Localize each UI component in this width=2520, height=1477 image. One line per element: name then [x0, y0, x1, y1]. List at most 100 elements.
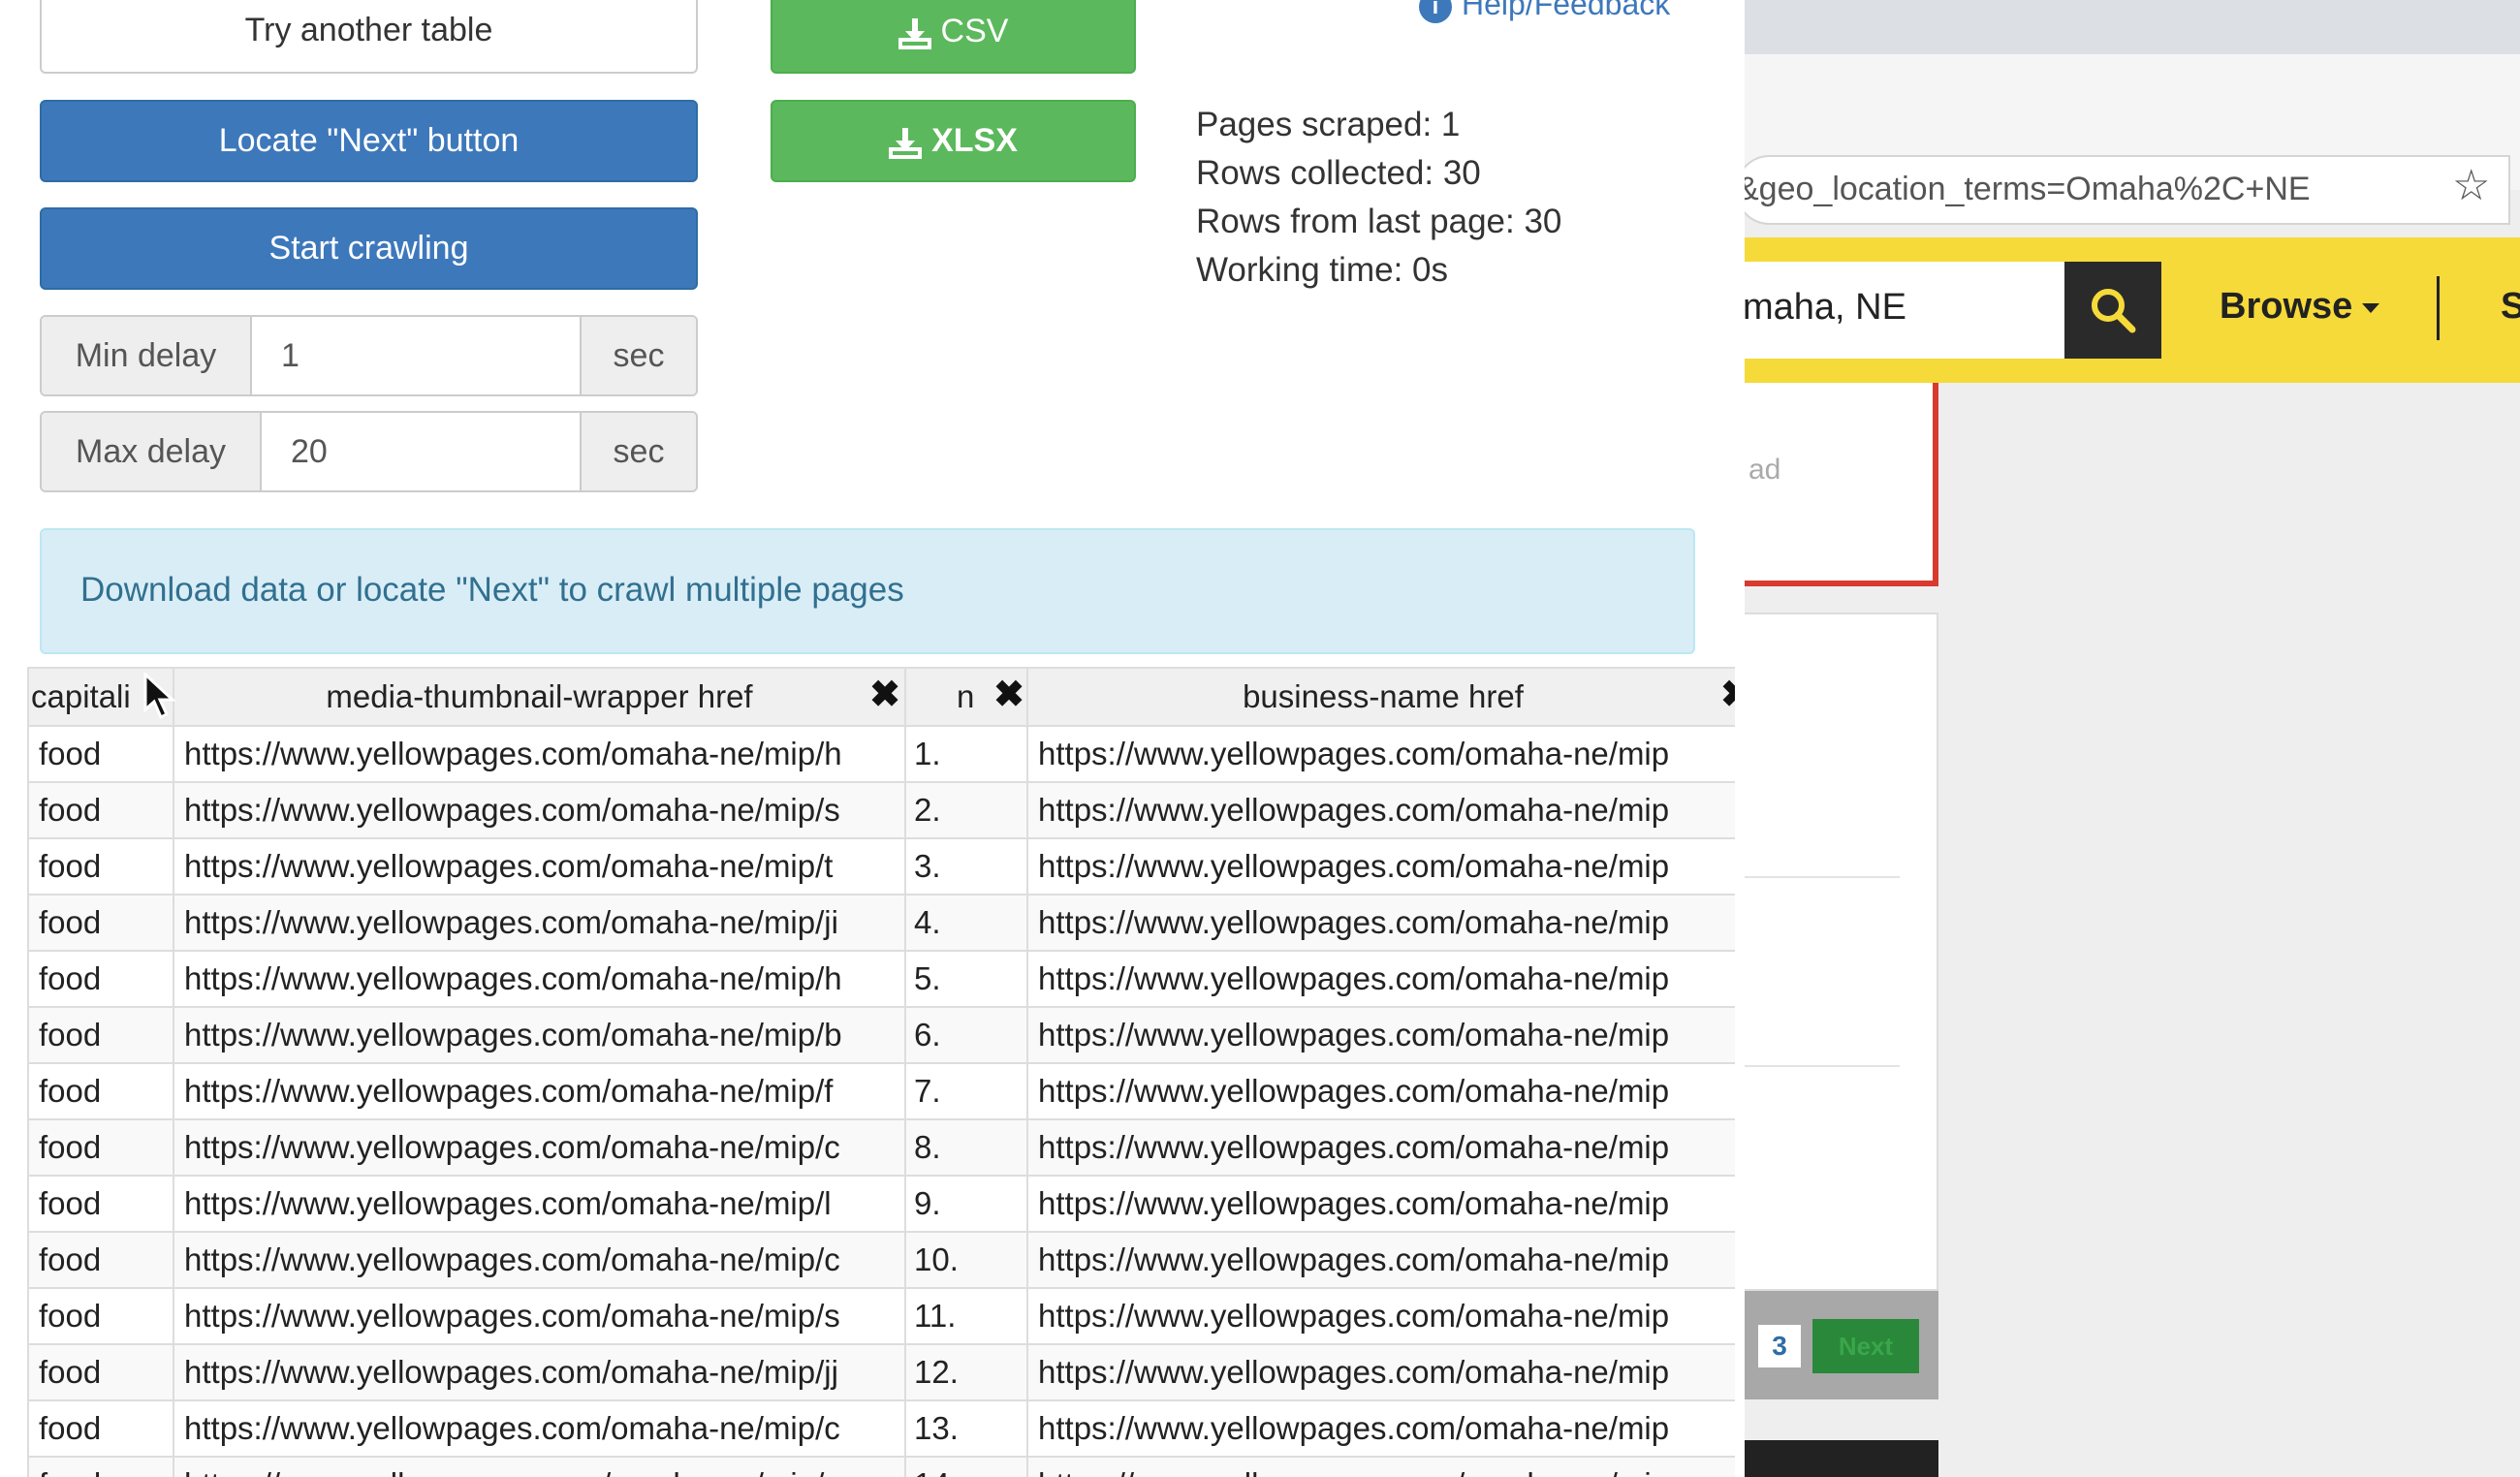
table-cell: https://www.yellowpages.com/omaha-ne/mip: [1026, 725, 1735, 783]
table-cell: food: [27, 1231, 174, 1289]
scraper-panel: Try another table CSV i Help/Feedback Loc…: [0, 0, 1745, 1477]
help-label: Help/Feedback: [1462, 0, 1671, 21]
table-cell: food: [27, 781, 174, 839]
table-cell: 12.: [904, 1343, 1028, 1401]
browser-tab-strip: [1735, 0, 2520, 54]
try-another-table-button[interactable]: Try another table: [40, 0, 698, 74]
table-cell: 6.: [904, 1006, 1028, 1064]
table-header-row: capitali media-thumbnail-wrapper href ✖ …: [27, 667, 1735, 727]
location-search-value: maha, NE: [1743, 287, 1906, 328]
table-cell: https://www.yellowpages.com/omaha-ne/mip…: [173, 837, 906, 896]
card-divider: [1735, 1065, 1900, 1067]
table-cell: https://www.yellowpages.com/omaha-ne/mip: [1026, 1399, 1735, 1458]
crawl-stats: Pages scraped: 1 Rows collected: 30 Rows…: [1196, 101, 1561, 295]
table-cell: food: [27, 837, 174, 896]
table-row: foodhttps://www.yellowpages.com/omaha-ne…: [27, 950, 1735, 1008]
help-feedback-link[interactable]: i Help/Feedback: [1419, 0, 1670, 23]
nav-divider: [2437, 276, 2440, 340]
table-cell: https://www.yellowpages.com/omaha-ne/mip…: [173, 1006, 906, 1064]
info-alert: Download data or locate "Next" to crawl …: [40, 528, 1695, 654]
remove-column-icon[interactable]: ✖: [993, 676, 1024, 713]
page-3-link[interactable]: 3: [1758, 1325, 1801, 1367]
table-cell: food: [27, 1062, 174, 1120]
info-alert-text: Download data or locate "Next" to crawl …: [80, 571, 904, 609]
table-cell: https://www.yellowpages.com/omaha-ne/mip: [1026, 837, 1735, 896]
table-cell: food: [27, 894, 174, 952]
max-delay-group: Max delay 20 sec: [40, 411, 698, 492]
working-time: Working time: 0s: [1196, 251, 1448, 289]
table-cell: 2.: [904, 781, 1028, 839]
data-table-wrapper[interactable]: capitali media-thumbnail-wrapper href ✖ …: [27, 667, 1735, 1477]
table-cell: https://www.yellowpages.com/omaha-ne/mip…: [173, 1343, 906, 1401]
table-row: foodhttps://www.yellowpages.com/omaha-ne…: [27, 1175, 1735, 1233]
table-row: foodhttps://www.yellowpages.com/omaha-ne…: [27, 1062, 1735, 1120]
table-cell: food: [27, 1175, 174, 1233]
pages-scraped: Pages scraped: 1: [1196, 106, 1461, 143]
table-cell: https://www.yellowpages.com/omaha-ne/mip…: [173, 894, 906, 952]
download-xlsx-button[interactable]: XLSX: [771, 100, 1136, 182]
table-cell: https://www.yellowpages.com/omaha-ne/mip…: [173, 1231, 906, 1289]
table-cell: 5.: [904, 950, 1028, 1008]
remove-column-icon[interactable]: ✖: [1720, 676, 1735, 713]
table-cell: 10.: [904, 1231, 1028, 1289]
table-cell: 14.: [904, 1456, 1028, 1477]
search-button[interactable]: [2064, 262, 2161, 359]
nav-item-cut[interactable]: S: [2501, 286, 2520, 328]
table-cell: food: [27, 1456, 174, 1477]
download-icon: [889, 128, 923, 160]
ad-text: ad: [1748, 454, 1781, 486]
table-cell: https://www.yellowpages.com/omaha-ne/mip: [1026, 894, 1735, 952]
table-cell: 11.: [904, 1287, 1028, 1345]
table-cell: food: [27, 1343, 174, 1401]
table-row: foodhttps://www.yellowpages.com/omaha-ne…: [27, 1231, 1735, 1289]
table-cell: https://www.yellowpages.com/omaha-ne/mip: [1026, 1175, 1735, 1233]
table-cell: 9.: [904, 1175, 1028, 1233]
remove-column-icon[interactable]: ✖: [869, 676, 900, 713]
table-cell: https://www.yellowpages.com/omaha-ne/mip: [1026, 1118, 1735, 1177]
bookmark-star-icon[interactable]: ☆: [2452, 165, 2490, 207]
table-row: foodhttps://www.yellowpages.com/omaha-ne…: [27, 837, 1735, 896]
table-cell: 1.: [904, 725, 1028, 783]
browse-menu[interactable]: Browse: [2220, 286, 2380, 328]
download-csv-button[interactable]: CSV: [771, 0, 1136, 74]
rows-from-last-page: Rows from last page: 30: [1196, 203, 1562, 240]
search-icon: [2092, 289, 2136, 333]
table-row: foodhttps://www.yellowpages.com/omaha-ne…: [27, 1118, 1735, 1177]
locate-next-button[interactable]: Locate "Next" button: [40, 100, 698, 182]
min-delay-group: Min delay 1 sec: [40, 315, 698, 396]
table-cell: https://www.yellowpages.com/omaha-ne/mip: [1026, 1287, 1735, 1345]
table-cell: 3.: [904, 837, 1028, 896]
table-cell: https://www.yellowpages.com/omaha-ne/mip: [1026, 781, 1735, 839]
table-cell: food: [27, 1287, 174, 1345]
background-browser-page: &geo_location_terms=Omaha%2C+NE ☆ maha, …: [1735, 0, 2520, 1477]
table-row: foodhttps://www.yellowpages.com/omaha-ne…: [27, 894, 1735, 952]
column-header-n[interactable]: n ✖: [904, 667, 1028, 727]
table-cell: https://www.yellowpages.com/omaha-ne/mip…: [173, 781, 906, 839]
max-delay-label: Max delay: [42, 413, 262, 490]
browse-label: Browse: [2220, 286, 2353, 327]
table-cell: 13.: [904, 1399, 1028, 1458]
table-cell: https://www.yellowpages.com/omaha-ne/mip…: [173, 1118, 906, 1177]
max-delay-input[interactable]: 20: [262, 413, 580, 490]
table-cell: food: [27, 1006, 174, 1064]
table-row: food https://www.yellowpages.com/omaha-ne…: [27, 1456, 1735, 1477]
min-delay-input[interactable]: 1: [252, 317, 580, 394]
table-cell: food: [27, 725, 174, 783]
start-crawling-button[interactable]: Start crawling: [40, 207, 698, 290]
table-cell: https://www.yellowpages.com/omaha-ne/mip…: [173, 1175, 906, 1233]
column-header-business-name-href[interactable]: business-name href ✖: [1026, 667, 1735, 727]
next-page-button[interactable]: Next: [1812, 1319, 1919, 1373]
table-cell: food: [27, 1399, 174, 1458]
table-body: food https://www.yellowpages.com/omaha-ne…: [27, 725, 1735, 1477]
table-row: foodhttps://www.yellowpages.com/omaha-ne…: [27, 781, 1735, 839]
column-header-media-thumbnail-wrapper-href[interactable]: media-thumbnail-wrapper href ✖: [173, 667, 906, 727]
info-icon: i: [1419, 0, 1452, 23]
table-row: food https://www.yellowpages.com/omaha-ne…: [27, 1399, 1735, 1458]
table-cell: https://www.yellowpages.com/omaha-ne/mip: [1026, 1456, 1735, 1477]
table-cell: https://www.yellowpages.com/omaha-ne/mip…: [173, 725, 906, 783]
table-cell: 8.: [904, 1118, 1028, 1177]
data-table: capitali media-thumbnail-wrapper href ✖ …: [27, 667, 1735, 1477]
column-header-label: media-thumbnail-wrapper href: [326, 678, 753, 714]
table-row: food https://www.yellowpages.com/omaha-ne…: [27, 1287, 1735, 1345]
address-bar-text: &geo_location_terms=Omaha%2C+NE: [1737, 171, 2311, 207]
